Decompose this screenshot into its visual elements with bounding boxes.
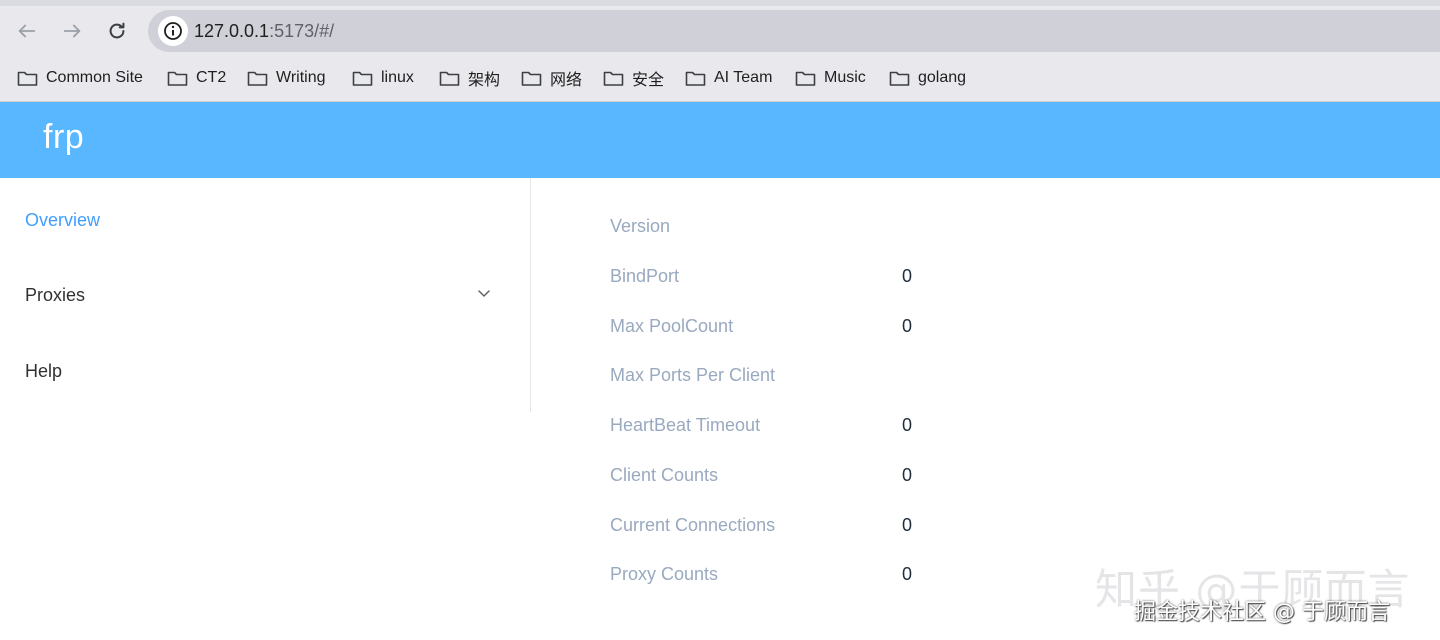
folder-icon: [889, 71, 910, 86]
bookmark-label: Music: [824, 69, 866, 86]
folder-icon: [521, 71, 542, 86]
bookmark-label: Writing: [276, 69, 326, 86]
sidebar-item-proxies[interactable]: Proxies: [0, 257, 530, 333]
info-row-client-counts: Client Counts 0: [610, 457, 1210, 497]
sidebar-item-label: Proxies: [25, 284, 86, 305]
sidebar-item-help[interactable]: Help: [0, 333, 530, 409]
info-label: Max PoolCount: [610, 316, 734, 336]
bookmark-label: CT2: [196, 69, 227, 86]
info-row-max-ports-per-client: Max Ports Per Client: [610, 357, 1210, 397]
reload-button[interactable]: [100, 14, 134, 48]
folder-icon: [439, 71, 460, 86]
info-value: 0: [902, 266, 913, 286]
bookmark-label: 网络: [550, 72, 583, 89]
info-label: Proxy Counts: [610, 564, 719, 584]
bookmark-security[interactable]: 安全: [603, 64, 664, 92]
info-label: Current Connections: [610, 515, 776, 535]
info-label: BindPort: [610, 266, 680, 286]
info-row-max-poolcount: Max PoolCount 0: [610, 308, 1210, 348]
info-label: Max Ports Per Client: [610, 365, 776, 385]
folder-icon: [17, 71, 38, 86]
bookmark-label: linux: [381, 69, 414, 86]
bookmark-label: golang: [918, 69, 967, 86]
bookmark-writing[interactable]: Writing: [247, 64, 326, 92]
address-bar[interactable]: 127.0.0.1:5173/#/: [148, 10, 1440, 52]
bookmark-label: 架构: [468, 72, 501, 89]
arrow-left-icon: [18, 24, 36, 38]
info-value: 0: [902, 415, 913, 435]
url-path: :5173/#/: [269, 21, 335, 41]
chevron-down-icon: [478, 290, 490, 297]
info-value: 0: [902, 465, 913, 485]
bookmark-label: 安全: [632, 72, 665, 89]
bookmark-ai-team[interactable]: AI Team: [685, 64, 772, 92]
folder-icon: [795, 71, 816, 86]
arrow-right-icon: [63, 24, 81, 38]
folder-icon: [685, 71, 706, 86]
folder-icon: [167, 71, 188, 86]
tab-strip: [0, 0, 1440, 6]
bookmark-music[interactable]: Music: [795, 64, 866, 92]
info-value: 0: [902, 564, 913, 584]
sidebar-item-overview[interactable]: Overview: [0, 182, 530, 258]
info-label: Version: [610, 216, 671, 236]
reload-icon: [109, 22, 125, 39]
info-value: 0: [902, 515, 913, 535]
bookmark-common-site[interactable]: Common Site: [17, 64, 143, 92]
info-row-heartbeat-timeout: HeartBeat Timeout 0: [610, 407, 1210, 447]
info-value: 0: [902, 316, 913, 336]
browser-chrome: 127.0.0.1:5173/#/ Common Site CT2 Writin…: [0, 0, 1440, 102]
app-header: frp: [0, 102, 1440, 178]
info-row-bindport: BindPort 0: [610, 258, 1210, 298]
folder-icon: [352, 71, 373, 86]
bookmark-label: Common Site: [46, 69, 143, 86]
forward-button[interactable]: [55, 14, 89, 48]
brand-logo[interactable]: frp: [43, 118, 84, 157]
sidebar-item-label: Overview: [25, 209, 101, 230]
back-button[interactable]: [10, 14, 44, 48]
info-label: HeartBeat Timeout: [610, 415, 761, 435]
info-row-version: Version: [610, 208, 1210, 248]
folder-icon: [603, 71, 624, 86]
bookmark-linux[interactable]: linux: [352, 64, 414, 92]
info-label: Client Counts: [610, 465, 719, 485]
url-text[interactable]: 127.0.0.1:5173/#/: [194, 21, 334, 42]
bookmark-architecture[interactable]: 架构: [439, 64, 500, 92]
folder-icon: [247, 71, 268, 86]
sidebar-item-label: Help: [25, 360, 63, 381]
watermark-juejin: 掘金技术社区 @ 于顾而言: [1134, 600, 1390, 625]
bookmark-label: AI Team: [714, 69, 773, 86]
bookmark-golang[interactable]: golang: [889, 64, 966, 92]
bookmark-ct2[interactable]: CT2: [167, 64, 226, 92]
bookmarks-bar: Common Site CT2 Writing linux 架构 网络 安全 A…: [0, 64, 1440, 92]
site-info-icon[interactable]: [158, 16, 188, 46]
url-host: 127.0.0.1: [194, 21, 270, 41]
info-row-current-connections: Current Connections 0: [610, 507, 1210, 547]
bookmark-network[interactable]: 网络: [521, 64, 582, 92]
sidebar-menu: Overview Proxies Help: [0, 178, 531, 412]
